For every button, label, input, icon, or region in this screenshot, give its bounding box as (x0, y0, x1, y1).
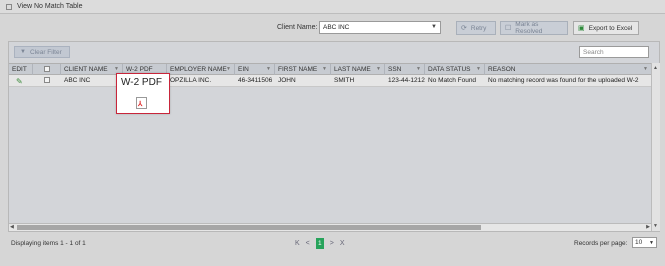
checkbox-icon: ☐ (505, 25, 512, 32)
previous-page-icon[interactable]: < (306, 240, 310, 247)
cell-ein: 46-3411506 (238, 77, 273, 84)
current-page-button[interactable]: 1 (315, 238, 324, 249)
retry-label: Retry (470, 24, 487, 32)
excel-icon: ▣ (578, 25, 585, 32)
filter-icon[interactable]: ▼ (226, 66, 231, 72)
row-checkbox[interactable] (44, 77, 50, 83)
select-all-checkbox[interactable] (44, 66, 50, 72)
horizontal-scroll-thumb[interactable] (17, 225, 481, 230)
cell-client-name: ABC INC (64, 77, 91, 84)
edit-pencil-icon[interactable]: ✎ (13, 75, 31, 86)
cell-ssn: 123-44-1212 (388, 77, 425, 84)
cell-employer-name: OPZILLA INC. (170, 77, 212, 84)
column-header-first-name[interactable]: FIRST NAME ▼ (275, 64, 331, 75)
chevron-down-icon: ▼ (649, 240, 654, 246)
cell-first-name: JOHN (278, 77, 296, 84)
pager: K < 1 > X (295, 238, 351, 249)
w2-pdf-popup: W-2 PDF ⅄ (116, 73, 170, 114)
retry-button[interactable]: ⟳ Retry (456, 21, 496, 35)
filter-icon[interactable]: ▼ (322, 66, 327, 72)
refresh-icon: ⟳ (461, 25, 467, 32)
column-header-edit[interactable]: EDIT (9, 64, 33, 75)
table-header: EDIT CLIENT NAME ▼ W-2 PDF EMPLOYER NAME ▼… (9, 63, 651, 75)
collapse-icon[interactable] (6, 3, 12, 10)
scroll-right-arrow-icon[interactable]: ▶ (646, 224, 650, 230)
filter-icon[interactable]: ▼ (476, 66, 481, 72)
records-per-page-select[interactable]: 10 ▼ (632, 237, 657, 248)
column-header-ssn[interactable]: SSN ▼ (385, 64, 425, 75)
next-page-icon[interactable]: > (330, 240, 334, 247)
column-header-ein[interactable]: EIN ▼ (235, 64, 275, 75)
column-header-reason[interactable]: REASON ▼ (485, 64, 651, 75)
grid-footer: Displaying items 1 - 1 of 1 K < 1 > X Re… (0, 235, 665, 255)
search-placeholder: Search (583, 49, 604, 56)
items-info: Displaying items 1 - 1 of 1 (11, 240, 86, 247)
chevron-down-icon: ▼ (431, 24, 437, 30)
client-name-label: Client Name: (277, 24, 318, 31)
mark-as-resolved-label: Mark as Resolved (515, 21, 543, 35)
scroll-down-arrow-icon[interactable]: ▼ (653, 223, 658, 229)
cell-last-name: SMITH (334, 77, 355, 84)
client-name-value: ABC INC (323, 24, 350, 31)
grid-panel: ▼ Clear Filter Search EDIT CLIENT NAME ▼ … (8, 41, 660, 232)
window-title-bar: View No Match Table (0, 0, 665, 14)
vertical-scrollbar[interactable]: ▲ ▼ (651, 63, 660, 231)
column-header-data-status[interactable]: DATA STATUS ▼ (425, 64, 485, 75)
last-page-icon[interactable]: X (340, 240, 345, 247)
window-title: View No Match Table (17, 3, 83, 10)
cell-reason: No matching record was found for the upl… (488, 77, 639, 84)
filter-icon: ▼ (20, 49, 26, 55)
column-header-last-name[interactable]: LAST NAME ▼ (331, 64, 385, 75)
horizontal-scrollbar[interactable]: ◀ ▶ (9, 223, 651, 231)
cell-data-status: No Match Found (428, 77, 477, 84)
search-input[interactable]: Search (579, 46, 649, 58)
filter-icon[interactable]: ▼ (376, 66, 381, 72)
filter-icon[interactable]: ▼ (114, 66, 119, 72)
popup-title: W-2 PDF (121, 77, 162, 88)
scroll-up-arrow-icon[interactable]: ▲ (653, 65, 658, 71)
mark-as-resolved-button[interactable]: ☐ Mark as Resolved (500, 21, 568, 35)
row-select-cell (33, 75, 61, 86)
column-header-select[interactable] (33, 64, 61, 75)
client-name-select[interactable]: ABC INC ▼ (319, 21, 441, 34)
clear-filter-label: Clear Filter (29, 48, 62, 56)
filter-icon[interactable]: ▼ (266, 66, 271, 72)
clear-filter-button[interactable]: ▼ Clear Filter (14, 46, 70, 58)
pdf-file-icon[interactable]: ⅄ (136, 97, 147, 109)
records-per-page-label: Records per page: (574, 240, 628, 247)
column-header-client-name[interactable]: CLIENT NAME ▼ (61, 64, 123, 75)
filter-icon[interactable]: ▼ (416, 66, 421, 72)
export-to-excel-button[interactable]: ▣ Export to Excel (573, 21, 639, 35)
filter-icon[interactable]: ▼ (643, 66, 648, 72)
column-header-employer-name[interactable]: EMPLOYER NAME ▼ (167, 64, 235, 75)
first-page-icon[interactable]: K (295, 240, 300, 247)
scroll-left-arrow-icon[interactable]: ◀ (10, 224, 14, 230)
toolbar: Client Name: ABC INC ▼ ⟳ Retry ☐ Mark as… (0, 20, 665, 36)
table-row[interactable]: ✎ ABC INC OPZILLA INC. 46-3411506 JOHN S… (9, 75, 651, 87)
export-to-excel-label: Export to Excel (588, 24, 633, 32)
